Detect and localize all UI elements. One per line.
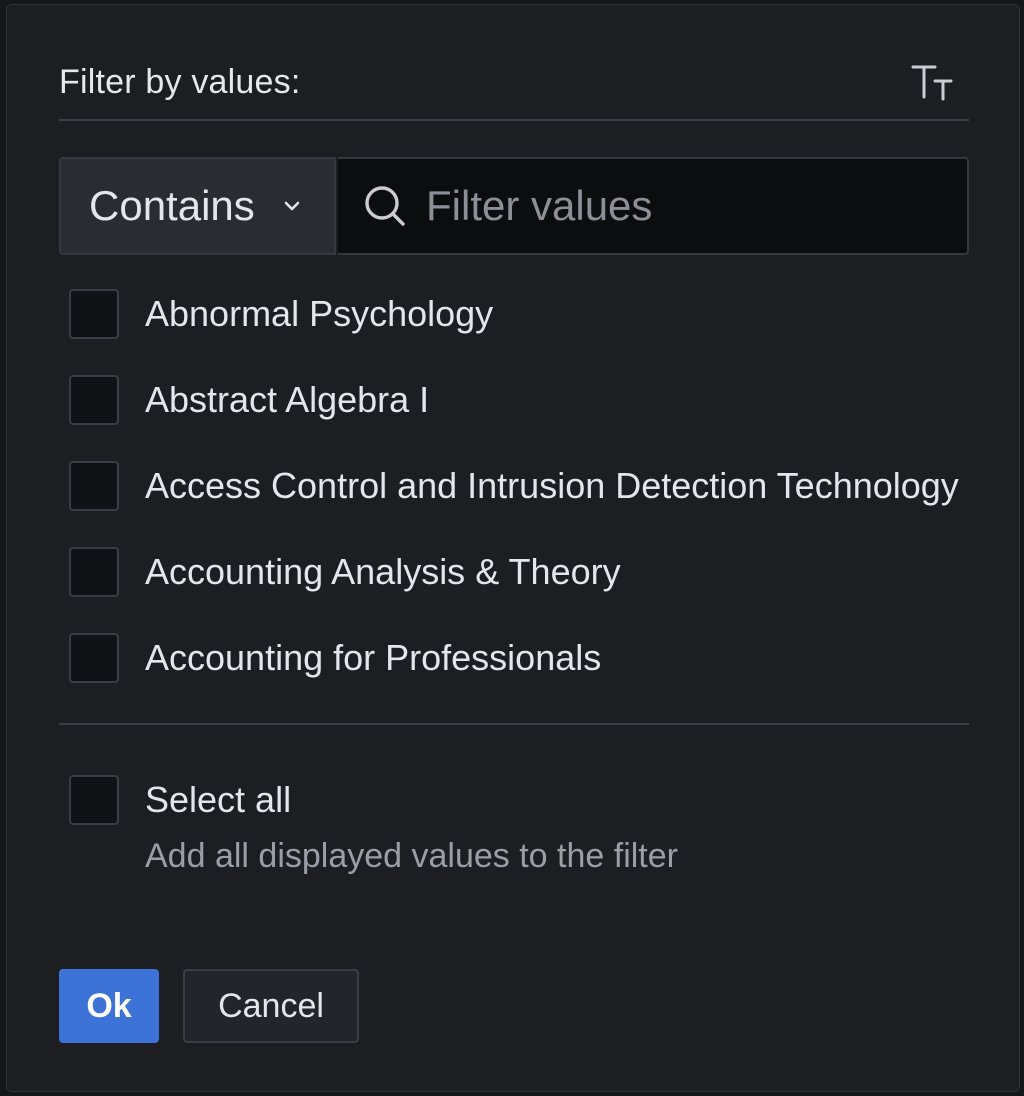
list-item[interactable]: Access Control and Intrusion Detection T…	[69, 443, 977, 529]
match-mode-select[interactable]: Contains	[59, 157, 336, 255]
value-checkbox[interactable]	[69, 289, 119, 339]
value-label: Accounting for Professionals	[145, 637, 602, 678]
search-box[interactable]	[338, 157, 969, 255]
chevron-down-icon	[284, 201, 300, 211]
list-item[interactable]: Accounting Analysis & Theory	[69, 529, 977, 615]
select-all-option[interactable]: Select all Add all displayed values to t…	[69, 775, 969, 885]
value-checkbox[interactable]	[69, 375, 119, 425]
value-checkbox[interactable]	[69, 461, 119, 511]
search-icon	[365, 186, 405, 226]
ok-button[interactable]: Ok	[59, 969, 159, 1043]
cancel-button[interactable]: Cancel	[183, 969, 359, 1043]
value-label: Abnormal Psychology	[145, 293, 494, 334]
select-all-label: Select all	[145, 779, 292, 820]
value-label: Accounting Analysis & Theory	[145, 551, 621, 592]
dialog-title: Filter by values:	[59, 63, 301, 101]
value-label: Abstract Algebra I	[145, 379, 430, 420]
filter-row: Contains	[59, 157, 969, 255]
value-checkbox[interactable]	[69, 547, 119, 597]
list-item[interactable]: Accounting for Professionals	[69, 615, 977, 701]
filter-by-values-dialog: Filter by values: Contains Abnormal Psyc…	[6, 4, 1020, 1092]
value-checkbox[interactable]	[69, 633, 119, 683]
list-item[interactable]: Abstract Algebra I	[69, 357, 977, 443]
select-all-description: Add all displayed values to the filter	[145, 837, 678, 875]
divider	[59, 723, 969, 725]
select-all-checkbox[interactable]	[69, 775, 119, 825]
value-label: Access Control and Intrusion Detection T…	[145, 465, 959, 506]
list-item[interactable]: Abnormal Psychology	[69, 271, 977, 357]
text-size-icon[interactable]	[911, 63, 955, 103]
dialog-header: Filter by values:	[59, 55, 969, 121]
match-mode-value: Contains	[89, 182, 255, 229]
values-list: Abnormal Psychology Abstract Algebra I A…	[69, 271, 977, 701]
filter-values-input[interactable]	[426, 166, 967, 246]
